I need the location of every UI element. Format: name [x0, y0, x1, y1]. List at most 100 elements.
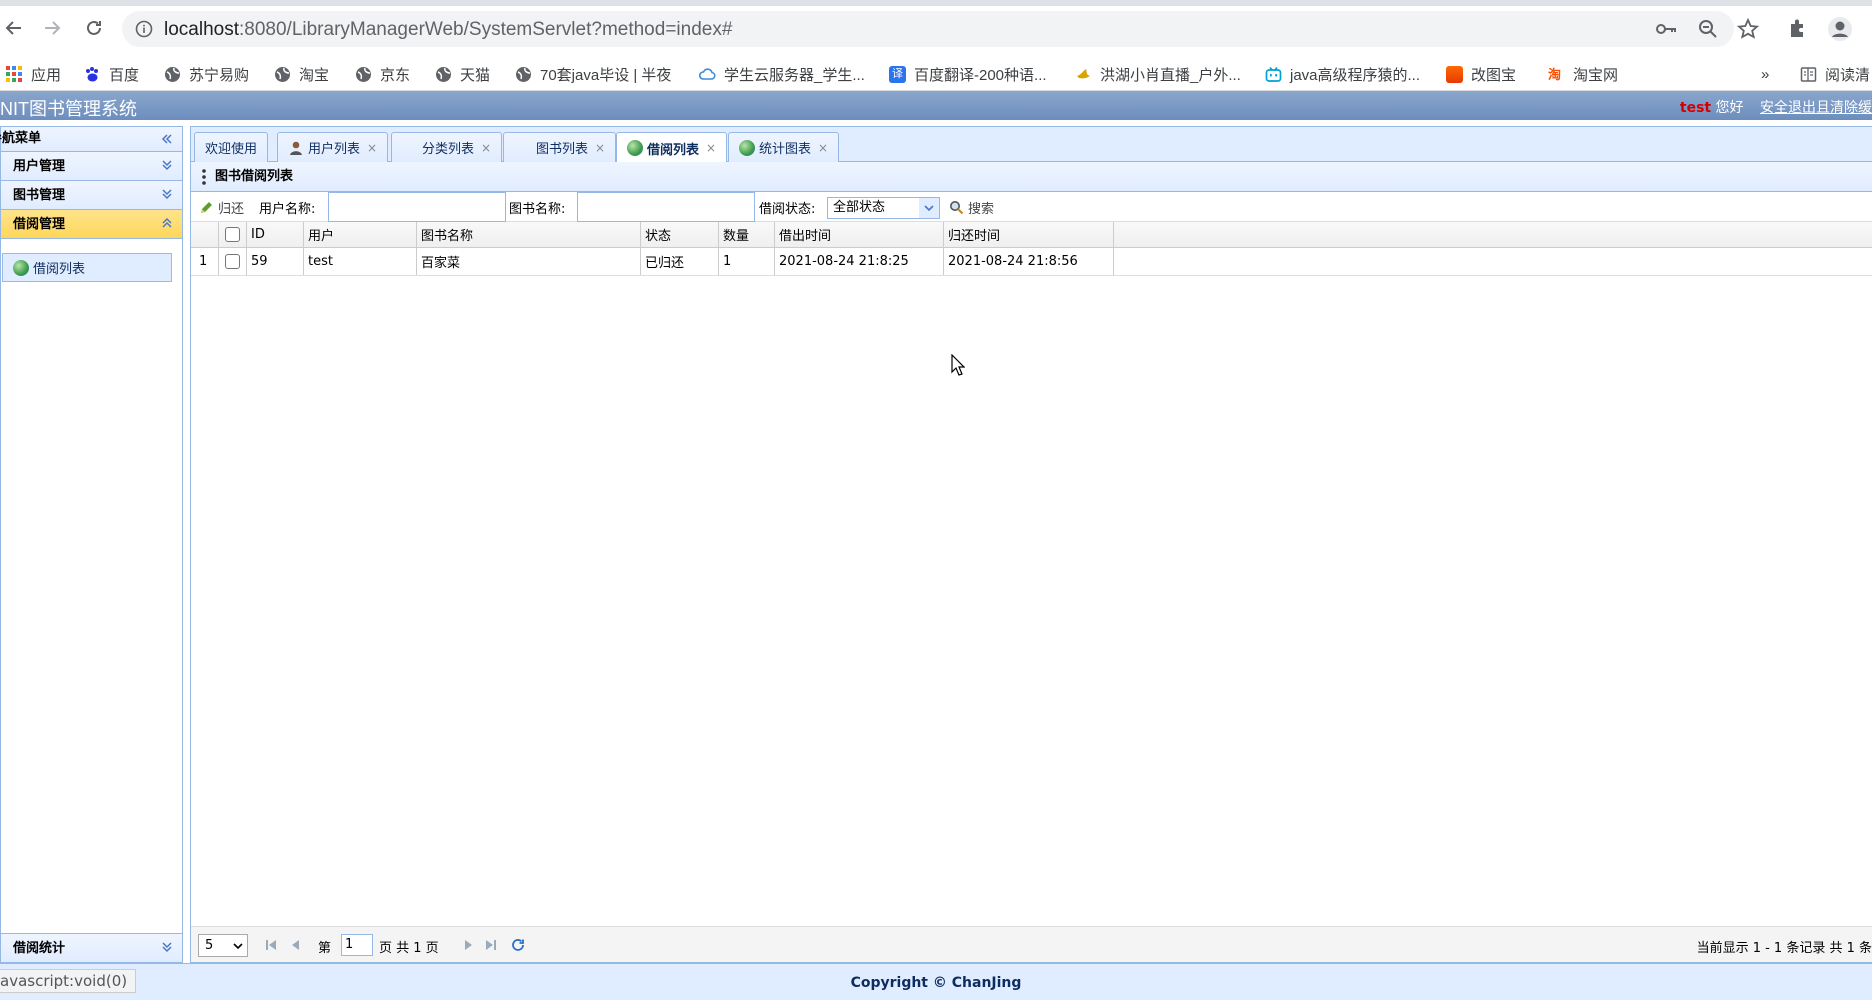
address-bar[interactable]: localhost:8080/LibraryManagerWeb/SystemS…	[122, 11, 1734, 47]
expand-down-icon[interactable]	[160, 158, 174, 172]
tab-welcome[interactable]: 欢迎使用	[194, 132, 269, 162]
forward-button[interactable]	[38, 14, 66, 42]
bookmark-student-cloud[interactable]: 学生云服务器_学生...	[699, 57, 865, 91]
column-header[interactable]: 状态	[641, 222, 719, 247]
column-header[interactable]: 图书名称	[417, 222, 641, 247]
taobao-icon: 淘	[1548, 66, 1562, 82]
bookmark-apps[interactable]: 应用	[6, 57, 61, 91]
column-header[interactable]: ID	[247, 222, 304, 247]
column-header[interactable]: 借出时间	[775, 222, 944, 247]
bookmark-baidu[interactable]: 百度	[84, 57, 139, 91]
column-header[interactable]: 归还时间	[944, 222, 1114, 247]
baidu-paw-icon	[86, 66, 98, 81]
bilibili-tv-icon	[1265, 66, 1282, 82]
expand-down-icon[interactable]	[160, 940, 174, 954]
page-size-select[interactable]: 5	[198, 934, 248, 957]
column-header[interactable]: 数量	[719, 222, 775, 247]
user-name-input[interactable]	[328, 192, 506, 222]
close-icon[interactable]: ×	[367, 141, 377, 155]
expand-down-icon[interactable]	[160, 187, 174, 201]
globe-icon	[356, 66, 371, 82]
bookmark-tmall[interactable]: 天猫	[435, 57, 490, 91]
bird-icon	[1077, 68, 1090, 78]
site-info-icon[interactable]	[134, 19, 154, 43]
nav-panel-label: 图书管理	[13, 188, 66, 203]
bookmark-jd[interactable]: 京东	[355, 57, 410, 91]
nav-panel-books[interactable]: 图书管理	[1, 181, 182, 210]
tab-label: 分类列表	[422, 142, 475, 157]
refresh-icon[interactable]	[511, 938, 525, 952]
zoom-icon[interactable]	[1697, 18, 1719, 40]
tab-category-list[interactable]: 分类列表 ×	[391, 132, 503, 162]
nav-panel-borrow[interactable]: 借阅管理	[1, 210, 182, 239]
bookmark-honghu-live[interactable]: 洪湖小肖直播_户外...	[1075, 57, 1241, 91]
tab-stats-chart[interactable]: 统计图表 ×	[728, 132, 840, 162]
bookmark-label: 改图宝	[1471, 66, 1517, 84]
bookmarks-bar: 应用 百度 苏宁易购 淘宝 京东 天猫 70套java毕设 | 半夜 学生云服务…	[0, 57, 1872, 91]
tab-borrow-list[interactable]: 借阅列表 ×	[616, 132, 728, 163]
status-selected-value: 全部状态	[833, 200, 886, 215]
globe-icon	[13, 259, 29, 276]
panel-menu-icon	[202, 169, 206, 185]
close-icon[interactable]: ×	[818, 141, 828, 155]
back-arrow-icon	[5, 21, 21, 35]
bookmark-suning[interactable]: 苏宁易购	[164, 57, 249, 91]
left-nav: 导航菜单 用户管理 图书管理 借阅管理 借阅列表 借阅统计	[0, 126, 183, 963]
bookmark-label: 淘宝	[299, 66, 330, 84]
nav-title: 导航菜单	[0, 131, 42, 146]
bookmark-java-projects[interactable]: 70套java毕设 | 半夜	[515, 57, 671, 91]
close-icon[interactable]: ×	[706, 141, 716, 155]
bookmark-taobao-net[interactable]: 淘 淘宝网	[1548, 57, 1618, 91]
tab-label: 统计图表	[759, 142, 812, 157]
back-button[interactable]	[0, 14, 28, 42]
reload-button[interactable]	[80, 14, 108, 42]
more-bookmarks-button[interactable]: »	[1761, 57, 1769, 91]
logout-link[interactable]: 安全退出且清除缓	[1760, 100, 1872, 116]
row-number: 1	[191, 248, 219, 275]
bookmark-gaitubao[interactable]: 改图宝	[1446, 57, 1516, 91]
reload-icon	[87, 20, 101, 35]
nav-panel-users[interactable]: 用户管理	[1, 152, 182, 181]
search-button[interactable]: 搜索	[949, 192, 994, 222]
collapse-up-icon[interactable]	[160, 216, 174, 230]
nav-panel-stats[interactable]: 借阅统计	[1, 933, 182, 962]
reading-list-icon	[1800, 66, 1817, 82]
last-page-icon[interactable]	[485, 939, 497, 951]
prev-page-icon[interactable]	[289, 939, 301, 951]
close-icon[interactable]: ×	[481, 141, 491, 155]
chevron-down-icon	[919, 198, 939, 218]
bookmark-label: java高级程序猿的...	[1290, 66, 1421, 84]
close-icon[interactable]: ×	[595, 141, 605, 155]
tab-user-list[interactable]: 用户列表 ×	[277, 132, 389, 162]
row-checkbox[interactable]	[225, 254, 240, 269]
table-row[interactable]: 1 59 test 百家菜 已归还 1 2021-08-24 21:8:25 2…	[191, 248, 1872, 276]
globe-icon	[165, 66, 180, 82]
tab-label: 借阅列表	[647, 142, 700, 158]
key-icon[interactable]	[1655, 18, 1677, 40]
app-header: NIT图书管理系统 test 您好 安全退出且清除缓	[0, 91, 1872, 120]
next-page-icon[interactable]	[463, 939, 475, 951]
return-button[interactable]: 归还	[199, 192, 244, 222]
book-name-input[interactable]	[577, 192, 755, 222]
status-select[interactable]: 全部状态	[827, 197, 940, 219]
collapse-left-icon[interactable]	[160, 132, 174, 146]
select-all-checkbox[interactable]	[225, 227, 240, 242]
app-footer: Copyright © ChanJing	[0, 963, 1872, 1000]
bookmark-star-icon[interactable]	[1737, 18, 1759, 40]
borrow-table: ID 用户 图书名称 状态 数量 借出时间 归还时间 1 59 test 百家菜…	[191, 222, 1872, 276]
user-name-label: 用户名称:	[259, 201, 316, 217]
page-number-input[interactable]: 1	[341, 934, 373, 956]
sidebar-item-borrow-list[interactable]: 借阅列表	[2, 253, 172, 282]
first-page-icon[interactable]	[265, 939, 277, 951]
bookmark-label: 学生云服务器_学生...	[724, 66, 865, 84]
column-header[interactable]: 用户	[304, 222, 417, 247]
bookmark-taobao[interactable]: 淘宝	[274, 57, 329, 91]
bookmark-label: 天猫	[460, 66, 491, 84]
bookmark-baidu-translate[interactable]: 译 百度翻译-200种语...	[889, 57, 1047, 91]
profile-avatar-icon[interactable]	[1827, 16, 1853, 42]
reading-list-button[interactable]: 阅读清	[1800, 57, 1870, 91]
bookmark-bilibili[interactable]: java高级程序猿的...	[1265, 57, 1420, 91]
page-size-value: 5	[205, 938, 214, 953]
tab-book-list[interactable]: 图书列表 ×	[503, 132, 617, 162]
extensions-icon[interactable]	[1787, 18, 1809, 40]
